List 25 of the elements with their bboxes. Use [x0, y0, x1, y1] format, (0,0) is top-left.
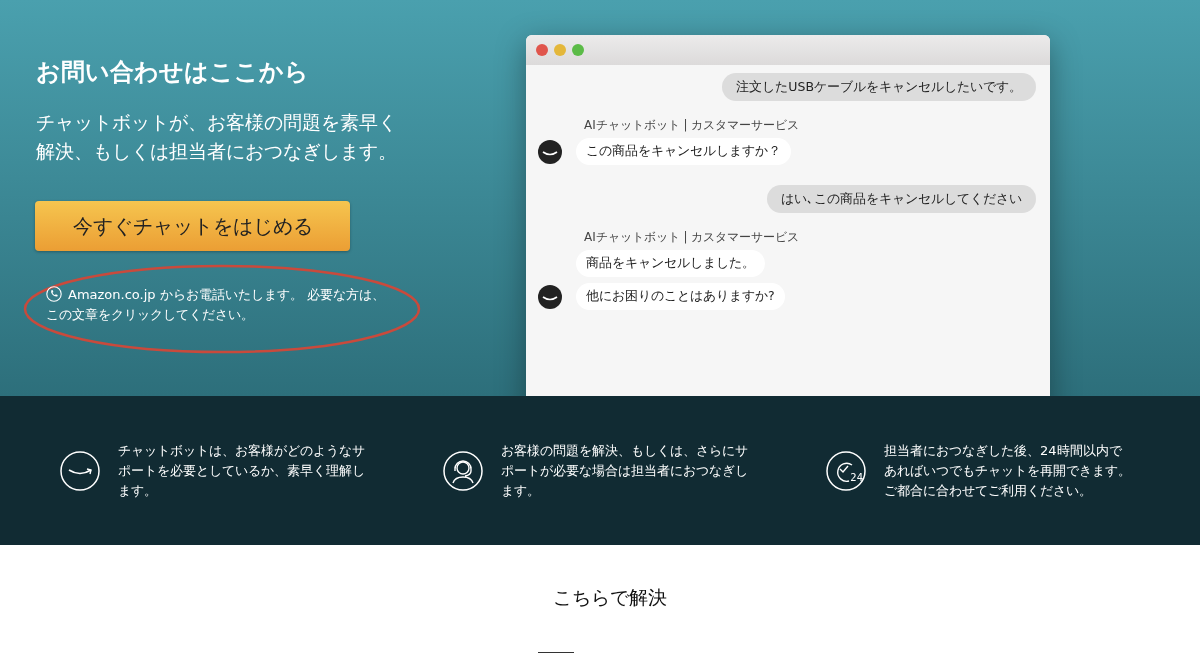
sender-label: AIチャットボット | カスタマーサービス	[584, 229, 801, 246]
page-title: お問い合わせはここから	[36, 57, 310, 88]
user-message-bubble: はい､この商品をキャンセルしてください	[767, 185, 1036, 213]
user-message-bubble: 注文したUSBケーブルをキャンセルしたいです。	[722, 73, 1036, 101]
clock-icon	[826, 450, 866, 491]
avatar-smile-icon	[538, 284, 562, 309]
close-window-icon[interactable]	[536, 44, 548, 56]
bot-message-bubble: この商品をキャンセルしますか？	[576, 138, 791, 165]
start-chat-button[interactable]: 今すぐチャットをはじめる	[35, 201, 350, 251]
description-text: チャットボットが、お客様の問題を素早く解決、もしくは担当者におつなぎします。	[36, 110, 398, 164]
tab-indicator	[538, 652, 574, 653]
feature-text: 担当者におつなぎした後、24時間以内であればいつでもチャットを再開できます。ご都合に合わせてご利用ください。	[884, 441, 1132, 500]
feature-text: チャットボットは、お客様がどのようなサポートを必要としているか、素早く理解します。	[118, 441, 366, 500]
phone-icon	[46, 286, 62, 302]
smile-logo-icon	[60, 450, 100, 491]
zoom-window-icon[interactable]	[572, 44, 584, 56]
feature-text: お客様の問題を解決、もしくは、さらにサポートが必要な場合は担当者におつなぎします。	[501, 441, 749, 500]
hours-label: 24	[850, 472, 863, 483]
minimize-window-icon[interactable]	[554, 44, 566, 56]
bot-message-bubble: 他にお困りのことはありますか?	[576, 283, 785, 310]
avatar-smile-icon	[538, 139, 562, 164]
sender-label: AIチャットボット | カスタマーサービス	[584, 117, 801, 134]
section-heading: こちらで解決	[553, 585, 667, 610]
bot-message-bubble: 商品をキャンセルしました。	[576, 250, 765, 277]
headset-person-icon	[443, 450, 483, 491]
